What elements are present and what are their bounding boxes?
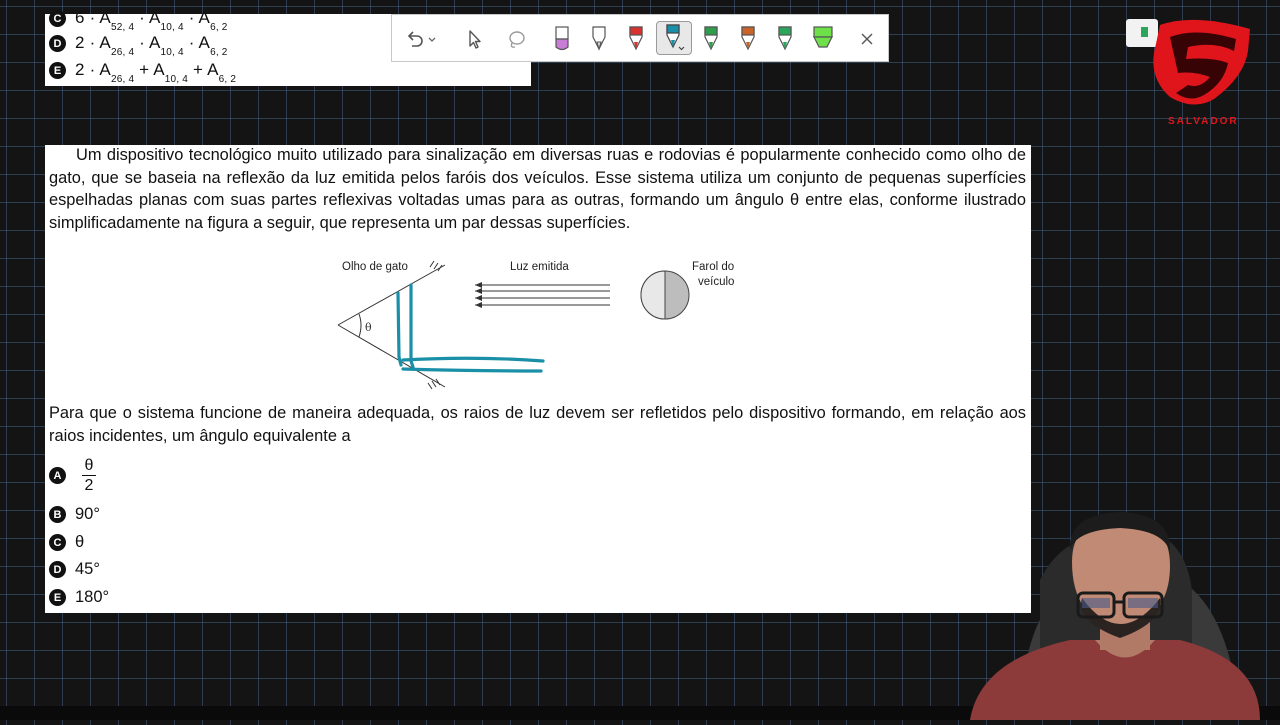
expr-sub: 6, 2 xyxy=(210,47,228,58)
option-badge-e: E xyxy=(49,62,66,79)
option-badge-d: D xyxy=(49,35,66,52)
answer-b-text: 90° xyxy=(75,505,100,523)
question-intro-paragraph: Um dispositivo tecnológico muito utiliza… xyxy=(49,144,1026,234)
angle-theta-label: θ xyxy=(365,321,372,334)
option-badge-c: C xyxy=(49,10,66,27)
pen-darkgreen-icon[interactable] xyxy=(770,23,800,55)
pen-teal-icon[interactable] xyxy=(656,21,692,55)
expr-sub: 10, 4 xyxy=(160,47,184,58)
expr-sub: 6, 2 xyxy=(218,74,237,85)
answer-option-b[interactable]: B 90° xyxy=(49,505,100,524)
pen-green-icon[interactable] xyxy=(696,23,726,55)
highlighter-green-icon[interactable] xyxy=(808,23,838,55)
expr-term: + A xyxy=(188,60,219,79)
close-icon[interactable] xyxy=(852,23,882,55)
answer-badge-b: B xyxy=(49,506,66,523)
pen-red-icon[interactable] xyxy=(621,23,651,55)
expr-sub: 10, 4 xyxy=(164,74,189,85)
pen-white-icon[interactable] xyxy=(584,23,614,55)
logo-text: SALVADOR xyxy=(1168,116,1239,127)
expr-term: + A xyxy=(134,60,165,79)
lasso-icon[interactable] xyxy=(502,23,532,55)
expr-term: · A xyxy=(183,33,211,52)
drawing-toolbar xyxy=(391,14,889,62)
answer-option-d[interactable]: D 45° xyxy=(49,560,100,579)
expr-sub: 26, 4 xyxy=(110,47,135,58)
expr-term: · A xyxy=(134,33,161,52)
expr-term: 2 · A xyxy=(75,33,111,52)
answer-option-a[interactable]: A θ 2 xyxy=(49,456,96,495)
expr-sub: 6, 2 xyxy=(210,22,228,33)
answer-d-text: 45° xyxy=(75,560,100,578)
option-expression-e: 2 · A26, 4 + A10, 4 + A6, 2 xyxy=(75,60,236,85)
cat-eye-figure: Olho de gato Luz emitida Farol do veícul… xyxy=(335,257,755,397)
expr-term: 6 · A xyxy=(75,8,111,27)
expr-term: · A xyxy=(134,8,161,27)
fraction-denominator: 2 xyxy=(84,477,94,494)
answer-badge-d: D xyxy=(49,561,66,578)
expr-sub: 52, 4 xyxy=(110,22,135,33)
expr-sub: 10, 4 xyxy=(160,22,184,33)
question-card: Um dispositivo tecnológico muito utiliza… xyxy=(45,145,1031,613)
pen-orange-icon[interactable] xyxy=(733,23,763,55)
answer-badge-c: C xyxy=(49,534,66,551)
webcam-presenter xyxy=(960,500,1280,720)
fraction-numerator: θ xyxy=(84,457,94,474)
answer-badge-e: E xyxy=(49,589,66,606)
answer-a-fraction: θ 2 xyxy=(82,456,96,495)
answer-c-text: θ xyxy=(75,533,85,551)
answer-badge-a: A xyxy=(49,467,66,484)
select-pointer-icon[interactable] xyxy=(459,23,489,55)
answer-option-c[interactable]: C θ xyxy=(49,533,84,552)
channel-logo: SALVADOR xyxy=(1124,15,1264,130)
option-expression-c: 6 · A52, 4 · A10, 4 · A6, 2 xyxy=(75,8,228,33)
answer-option-e[interactable]: E 180° xyxy=(49,588,109,607)
question-prompt-paragraph: Para que o sistema funcione de maneira a… xyxy=(49,404,1026,445)
undo-dropdown-chevron-icon[interactable] xyxy=(425,23,439,55)
answer-e-text: 180° xyxy=(75,588,110,606)
pen-purple-icon[interactable] xyxy=(547,23,577,55)
option-expression-d: 2 · A26, 4 · A10, 4 · A6, 2 xyxy=(75,33,228,58)
figure-drawing: θ xyxy=(337,260,690,390)
option-row-e: E 2 · A26, 4 + A10, 4 + A6, 2 xyxy=(49,60,236,85)
option-row-d: D 2 · A26, 4 · A10, 4 · A6, 2 xyxy=(49,33,228,58)
expr-term: 2 · A xyxy=(75,60,111,79)
option-row-c: C 6 · A52, 4 · A10, 4 · A6, 2 xyxy=(49,8,228,33)
expr-sub: 26, 4 xyxy=(110,74,135,85)
expr-term: · A xyxy=(183,8,211,27)
question-intro-text: Um dispositivo tecnológico muito utiliza… xyxy=(49,146,1026,232)
